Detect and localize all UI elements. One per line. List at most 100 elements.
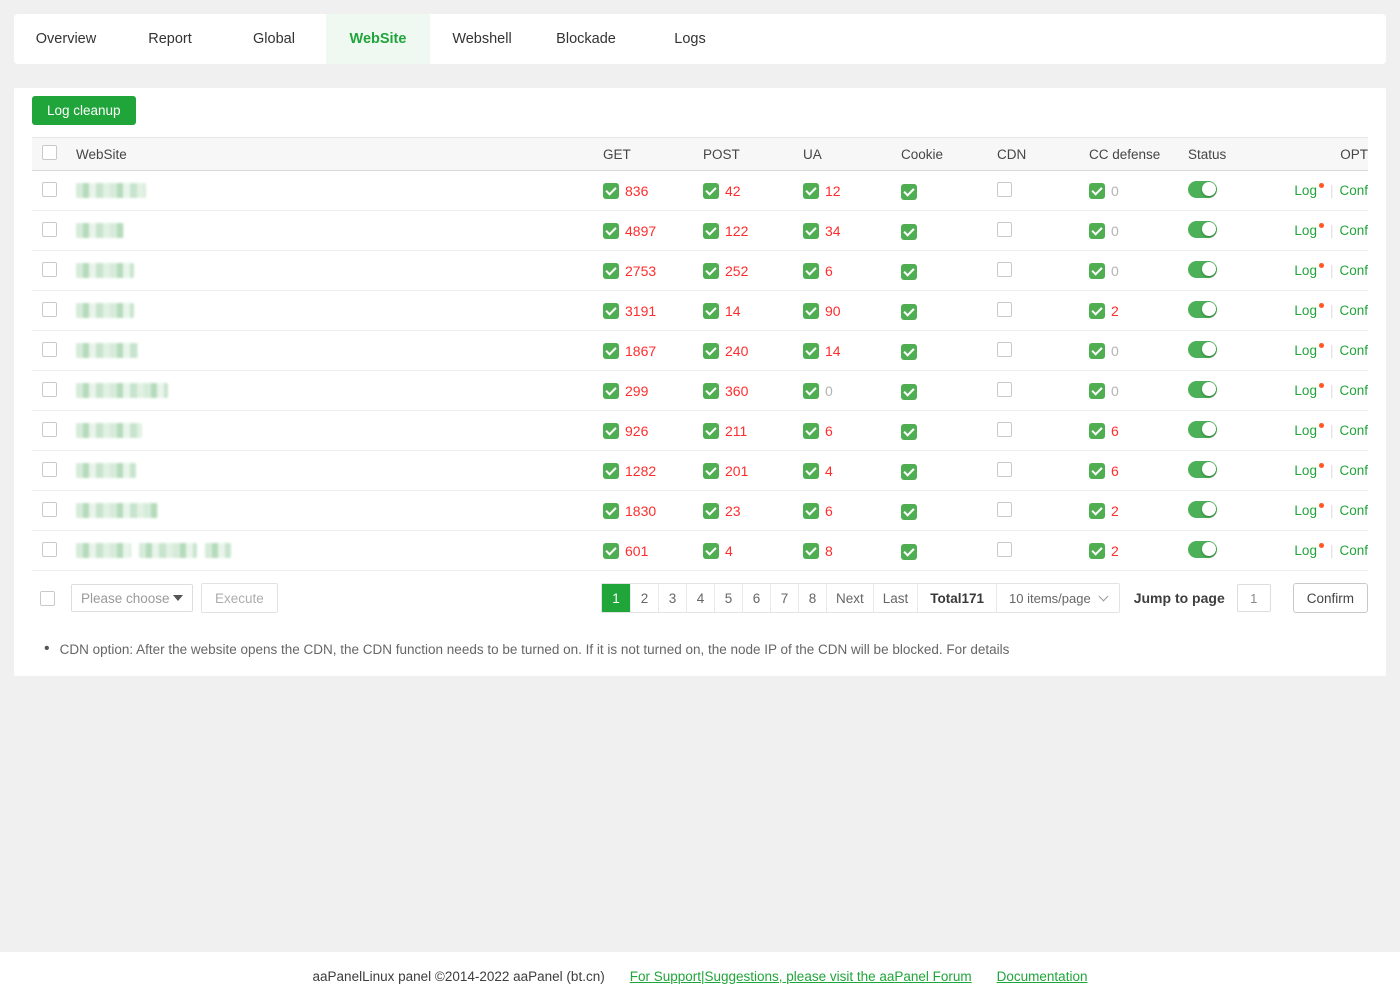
conf-link[interactable]: Conf <box>1339 543 1368 558</box>
ua-check-icon[interactable] <box>803 343 819 359</box>
page-button-5[interactable]: 5 <box>714 584 742 612</box>
status-toggle[interactable] <box>1188 261 1217 278</box>
documentation-link[interactable]: Documentation <box>997 969 1088 984</box>
items-per-page-select[interactable]: 10 items/page <box>996 584 1119 612</box>
cc-check-icon[interactable] <box>1089 343 1105 359</box>
cc-check-icon[interactable] <box>1089 423 1105 439</box>
get-check-icon[interactable] <box>603 383 619 399</box>
row-checkbox[interactable] <box>42 502 57 517</box>
confirm-button[interactable]: Confirm <box>1293 583 1368 613</box>
post-check-icon[interactable] <box>703 503 719 519</box>
cookie-check-icon[interactable] <box>901 344 917 360</box>
select-all-checkbox[interactable] <box>42 145 57 160</box>
status-toggle[interactable] <box>1188 301 1217 318</box>
cc-check-icon[interactable] <box>1089 543 1105 559</box>
cookie-check-icon[interactable] <box>901 464 917 480</box>
conf-link[interactable]: Conf <box>1339 503 1368 518</box>
row-checkbox[interactable] <box>42 462 57 477</box>
cc-check-icon[interactable] <box>1089 263 1105 279</box>
cookie-check-icon[interactable] <box>901 384 917 400</box>
post-check-icon[interactable] <box>703 183 719 199</box>
status-toggle[interactable] <box>1188 341 1217 358</box>
get-check-icon[interactable] <box>603 543 619 559</box>
ua-check-icon[interactable] <box>803 463 819 479</box>
post-check-icon[interactable] <box>703 463 719 479</box>
get-check-icon[interactable] <box>603 463 619 479</box>
row-checkbox[interactable] <box>42 422 57 437</box>
post-check-icon[interactable] <box>703 263 719 279</box>
page-button-4[interactable]: 4 <box>686 584 714 612</box>
conf-link[interactable]: Conf <box>1339 303 1368 318</box>
cdn-checkbox[interactable] <box>997 502 1012 517</box>
get-check-icon[interactable] <box>603 183 619 199</box>
cc-check-icon[interactable] <box>1089 303 1105 319</box>
post-check-icon[interactable] <box>703 223 719 239</box>
ua-check-icon[interactable] <box>803 383 819 399</box>
tab-global[interactable]: Global <box>222 14 326 64</box>
get-check-icon[interactable] <box>603 263 619 279</box>
cookie-check-icon[interactable] <box>901 504 917 520</box>
log-link[interactable]: Log <box>1294 303 1324 318</box>
status-toggle[interactable] <box>1188 541 1217 558</box>
cdn-checkbox[interactable] <box>997 382 1012 397</box>
log-link[interactable]: Log <box>1294 463 1324 478</box>
log-link[interactable]: Log <box>1294 543 1324 558</box>
conf-link[interactable]: Conf <box>1339 343 1368 358</box>
log-link[interactable]: Log <box>1294 183 1324 198</box>
next-button[interactable]: Next <box>826 584 873 612</box>
status-toggle[interactable] <box>1188 421 1217 438</box>
post-check-icon[interactable] <box>703 383 719 399</box>
log-link[interactable]: Log <box>1294 263 1324 278</box>
row-checkbox[interactable] <box>42 182 57 197</box>
post-check-icon[interactable] <box>703 543 719 559</box>
tab-webshell[interactable]: Webshell <box>430 14 534 64</box>
ua-check-icon[interactable] <box>803 543 819 559</box>
cdn-checkbox[interactable] <box>997 342 1012 357</box>
cdn-checkbox[interactable] <box>997 262 1012 277</box>
get-check-icon[interactable] <box>603 303 619 319</box>
get-check-icon[interactable] <box>603 343 619 359</box>
cc-check-icon[interactable] <box>1089 503 1105 519</box>
forum-link[interactable]: For Support|Suggestions, please visit th… <box>630 969 972 984</box>
conf-link[interactable]: Conf <box>1339 423 1368 438</box>
post-check-icon[interactable] <box>703 343 719 359</box>
cdn-checkbox[interactable] <box>997 302 1012 317</box>
conf-link[interactable]: Conf <box>1339 463 1368 478</box>
log-link[interactable]: Log <box>1294 503 1324 518</box>
status-toggle[interactable] <box>1188 501 1217 518</box>
page-button-7[interactable]: 7 <box>770 584 798 612</box>
page-button-8[interactable]: 8 <box>798 584 826 612</box>
row-checkbox[interactable] <box>42 542 57 557</box>
cc-check-icon[interactable] <box>1089 463 1105 479</box>
page-button-6[interactable]: 6 <box>742 584 770 612</box>
ua-check-icon[interactable] <box>803 263 819 279</box>
get-check-icon[interactable] <box>603 223 619 239</box>
conf-link[interactable]: Conf <box>1339 183 1368 198</box>
log-link[interactable]: Log <box>1294 423 1324 438</box>
page-button-1[interactable]: 1 <box>602 584 630 612</box>
cookie-check-icon[interactable] <box>901 544 917 560</box>
status-toggle[interactable] <box>1188 381 1217 398</box>
cdn-checkbox[interactable] <box>997 462 1012 477</box>
status-toggle[interactable] <box>1188 181 1217 198</box>
cdn-checkbox[interactable] <box>997 422 1012 437</box>
log-link[interactable]: Log <box>1294 343 1324 358</box>
conf-link[interactable]: Conf <box>1339 223 1368 238</box>
ua-check-icon[interactable] <box>803 503 819 519</box>
status-toggle[interactable] <box>1188 461 1217 478</box>
tab-logs[interactable]: Logs <box>638 14 742 64</box>
row-checkbox[interactable] <box>42 222 57 237</box>
page-button-2[interactable]: 2 <box>630 584 658 612</box>
conf-link[interactable]: Conf <box>1339 383 1368 398</box>
cookie-check-icon[interactable] <box>901 264 917 280</box>
cdn-checkbox[interactable] <box>997 542 1012 557</box>
cookie-check-icon[interactable] <box>901 184 917 200</box>
row-checkbox[interactable] <box>42 382 57 397</box>
post-check-icon[interactable] <box>703 303 719 319</box>
cc-check-icon[interactable] <box>1089 183 1105 199</box>
cdn-checkbox[interactable] <box>997 182 1012 197</box>
row-checkbox[interactable] <box>42 262 57 277</box>
cc-check-icon[interactable] <box>1089 223 1105 239</box>
bulk-select-checkbox[interactable] <box>40 591 55 606</box>
cookie-check-icon[interactable] <box>901 424 917 440</box>
